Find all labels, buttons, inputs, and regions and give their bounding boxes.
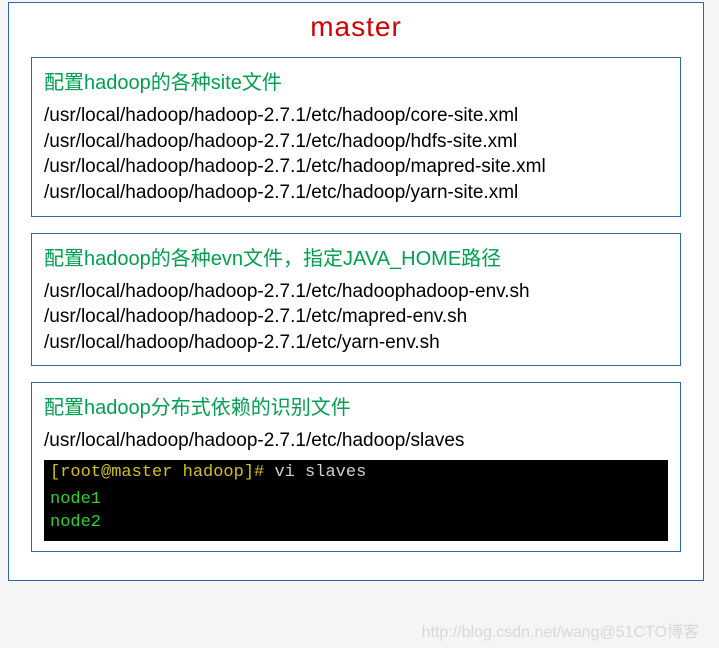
path-line: /usr/local/hadoop/hadoop-2.7.1/etc/hadoo… [44,154,668,180]
outer-container: master 配置hadoop的各种site文件 /usr/local/hado… [8,2,704,581]
section-env-files: 配置hadoop的各种evn文件，指定JAVA_HOME路径 /usr/loca… [31,233,681,367]
page-title: master [9,3,703,57]
terminal-line: node1 [50,489,662,512]
terminal-command: vi slaves [264,463,366,482]
terminal-line: node2 [50,512,662,535]
terminal-prompt: [root@master hadoop]# [50,463,264,482]
section-header: 配置hadoop分布式依赖的识别文件 [44,391,668,420]
watermark: http://blog.csdn.net/wang@51CTO博客 [422,618,699,642]
terminal-line: [root@master hadoop]# vi slaves [50,462,662,485]
path-line: /usr/local/hadoop/hadoop-2.7.1/etc/mapre… [44,304,668,330]
section-site-files: 配置hadoop的各种site文件 /usr/local/hadoop/hado… [31,57,681,217]
terminal-output: [root@master hadoop]# vi slaves node1 no… [44,460,668,541]
path-line: /usr/local/hadoop/hadoop-2.7.1/etc/hadoo… [44,129,668,155]
path-line: /usr/local/hadoop/hadoop-2.7.1/etc/yarn-… [44,330,668,356]
section-header: 配置hadoop的各种evn文件，指定JAVA_HOME路径 [44,242,668,271]
path-line: /usr/local/hadoop/hadoop-2.7.1/etc/hadoo… [44,279,668,305]
section-header: 配置hadoop的各种site文件 [44,66,668,95]
section-slaves: 配置hadoop分布式依赖的识别文件 /usr/local/hadoop/had… [31,382,681,551]
path-line: /usr/local/hadoop/hadoop-2.7.1/etc/hadoo… [44,103,668,129]
path-line: /usr/local/hadoop/hadoop-2.7.1/etc/hadoo… [44,180,668,206]
path-line: /usr/local/hadoop/hadoop-2.7.1/etc/hadoo… [44,428,668,454]
